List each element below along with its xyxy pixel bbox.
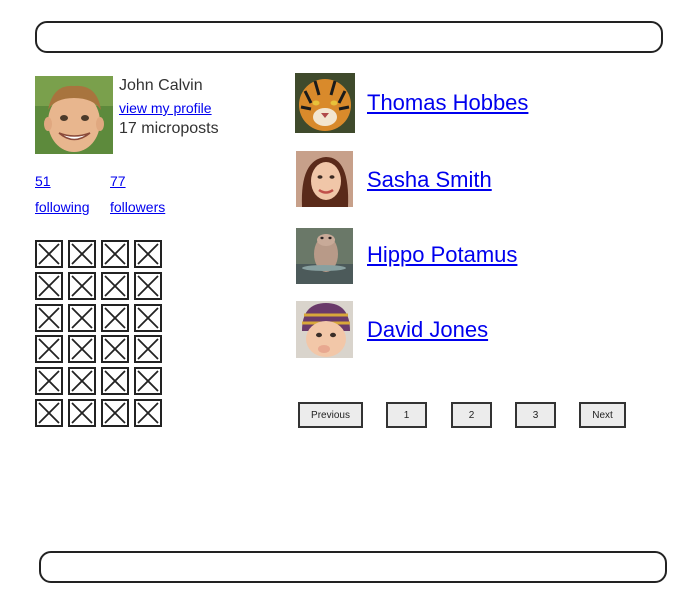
header-bar bbox=[35, 21, 663, 53]
broken-image-icon[interactable] bbox=[134, 271, 162, 300]
broken-image-icon[interactable] bbox=[35, 335, 63, 364]
hippo-avatar[interactable] bbox=[296, 228, 353, 284]
user-link-hippo-potamus[interactable]: Hippo Potamus bbox=[367, 242, 517, 268]
broken-image-icon[interactable] bbox=[134, 335, 162, 364]
broken-image-icon[interactable] bbox=[101, 367, 129, 396]
broken-image-icon[interactable] bbox=[68, 303, 96, 332]
broken-image-icon[interactable] bbox=[134, 240, 162, 268]
user-link-david-jones[interactable]: David Jones bbox=[367, 317, 488, 343]
baby-avatar[interactable] bbox=[296, 301, 353, 358]
woman-avatar[interactable] bbox=[296, 151, 353, 207]
broken-image-icon[interactable] bbox=[134, 367, 162, 396]
broken-image-icon[interactable] bbox=[134, 398, 162, 427]
broken-image-icon[interactable] bbox=[35, 398, 63, 427]
broken-image-icon[interactable] bbox=[35, 271, 63, 300]
broken-image-icon[interactable] bbox=[68, 367, 96, 396]
page-1-button[interactable]: 1 bbox=[386, 402, 427, 428]
broken-image-icon[interactable] bbox=[35, 367, 63, 396]
microposts-count: 17 microposts bbox=[119, 120, 219, 137]
broken-image-icon[interactable] bbox=[101, 271, 129, 300]
broken-image-icon[interactable] bbox=[68, 271, 96, 300]
next-page-button[interactable]: Next bbox=[579, 402, 626, 428]
user-link-thomas-hobbes[interactable]: Thomas Hobbes bbox=[367, 90, 528, 116]
user-list-item: Thomas Hobbes bbox=[295, 73, 675, 133]
view-profile-link[interactable]: view my profile bbox=[119, 100, 212, 116]
broken-image-icon[interactable] bbox=[35, 303, 63, 332]
footer-bar bbox=[39, 551, 667, 583]
followers-count-link[interactable]: 77 bbox=[110, 173, 126, 189]
profile-name: John Calvin bbox=[119, 77, 203, 94]
broken-image-icon[interactable] bbox=[68, 240, 96, 268]
broken-image-icon[interactable] bbox=[101, 240, 129, 268]
following-label-link[interactable]: following bbox=[35, 199, 89, 215]
previous-page-button[interactable]: Previous bbox=[298, 402, 363, 428]
followers-label-link[interactable]: followers bbox=[110, 199, 165, 215]
broken-image-icon[interactable] bbox=[68, 335, 96, 364]
following-avatars-grid bbox=[35, 240, 165, 431]
broken-image-icon[interactable] bbox=[101, 398, 129, 427]
user-list-item: David Jones bbox=[295, 301, 675, 361]
broken-image-icon[interactable] bbox=[35, 240, 63, 268]
user-list-item: Sasha Smith bbox=[295, 151, 675, 211]
broken-image-icon[interactable] bbox=[134, 303, 162, 332]
user-link-sasha-smith[interactable]: Sasha Smith bbox=[367, 167, 492, 193]
tiger-avatar[interactable] bbox=[295, 73, 355, 133]
following-count-link[interactable]: 51 bbox=[35, 173, 51, 189]
broken-image-icon[interactable] bbox=[68, 398, 96, 427]
page-3-button[interactable]: 3 bbox=[515, 402, 556, 428]
user-list-item: Hippo Potamus bbox=[295, 228, 675, 288]
profile-avatar[interactable] bbox=[35, 76, 113, 154]
broken-image-icon[interactable] bbox=[101, 335, 129, 364]
page-2-button[interactable]: 2 bbox=[451, 402, 492, 428]
broken-image-icon[interactable] bbox=[101, 303, 129, 332]
